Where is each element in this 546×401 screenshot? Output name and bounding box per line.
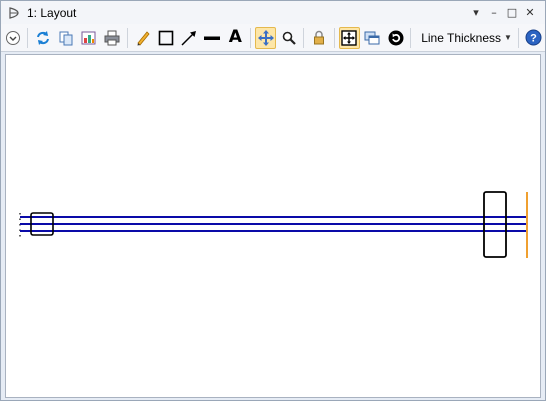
- toolbar-separator: [303, 27, 305, 48]
- zoom-icon[interactable]: [278, 27, 299, 49]
- svg-text:?: ?: [530, 33, 537, 45]
- layout-window: 1: Layout ▾ – □ ✕ A Line Thickness ▼ ?: [0, 0, 546, 401]
- rectangle-icon[interactable]: [155, 27, 176, 49]
- copy-icon[interactable]: [55, 27, 76, 49]
- line-thickness-label: Line Thickness: [421, 30, 502, 45]
- toolbar: A Line Thickness ▼ ?: [1, 24, 545, 52]
- toolbar-separator: [249, 27, 251, 48]
- window-title: 1: Layout: [27, 5, 77, 20]
- toolbar-separator: [410, 27, 412, 48]
- settings-dropdown-icon[interactable]: [2, 27, 23, 49]
- pencil-icon[interactable]: [132, 27, 153, 49]
- reset-icon[interactable]: [385, 27, 406, 49]
- toolbar-separator: [27, 27, 29, 48]
- line-thickness-dropdown[interactable]: Line Thickness ▼: [414, 31, 515, 45]
- layout-canvas[interactable]: [5, 54, 541, 398]
- arrow-icon[interactable]: [178, 27, 199, 49]
- window-controls: ▾ – □ ✕: [467, 4, 539, 20]
- toolbar-separator: [333, 27, 335, 48]
- pin-dropdown-button[interactable]: ▾: [467, 4, 485, 20]
- text-tool-glyph: A: [228, 27, 242, 47]
- print-icon[interactable]: [102, 27, 123, 49]
- window-layout-icon[interactable]: [362, 27, 383, 49]
- maximize-button[interactable]: □: [503, 4, 521, 20]
- chevron-down-icon: ▼: [504, 33, 512, 42]
- lock-icon[interactable]: [308, 27, 329, 49]
- layout-app-icon: [6, 5, 22, 21]
- minimize-button[interactable]: –: [485, 4, 503, 20]
- title-bar: 1: Layout ▾ – □ ✕: [1, 1, 545, 24]
- help-icon[interactable]: ?: [523, 27, 544, 49]
- pan-move-icon[interactable]: [254, 26, 277, 49]
- refresh-icon[interactable]: [32, 27, 53, 49]
- toolbar-separator: [517, 27, 519, 48]
- line-icon[interactable]: [202, 27, 223, 49]
- toolbar-separator: [126, 27, 128, 48]
- text-icon[interactable]: A: [225, 27, 246, 49]
- fit-to-window-icon[interactable]: [338, 26, 360, 49]
- layout-drawing: [19, 191, 528, 258]
- export-image-icon[interactable]: [79, 27, 100, 49]
- close-button[interactable]: ✕: [521, 4, 539, 20]
